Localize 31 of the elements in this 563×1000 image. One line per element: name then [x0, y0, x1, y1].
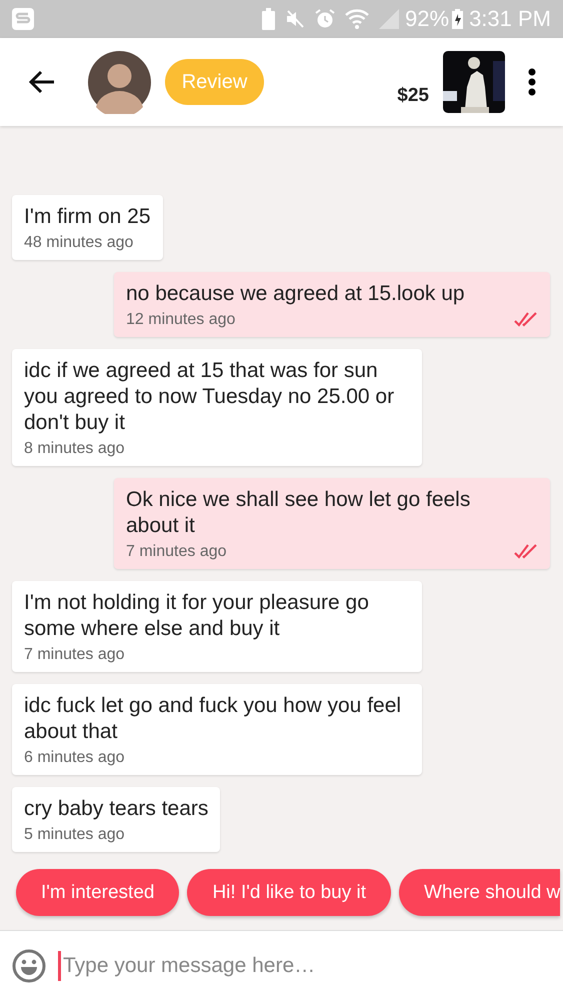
message-text: I'm not holding it for your pleasure go some where else and buy it	[24, 590, 370, 642]
price: $25	[397, 85, 429, 107]
message-time: 8 minutes ago	[24, 440, 126, 458]
avatar[interactable]	[88, 50, 151, 114]
message-text: idc if we agreed at 15 that was for sun you agreed to now Tuesday no 25.00 or don't buy it	[24, 358, 396, 436]
wifi-icon	[345, 9, 370, 29]
clock: 3:31 PM	[469, 6, 551, 32]
message-input[interactable]: Type your message here…	[58, 950, 563, 980]
message-time: 48 minutes ago	[24, 234, 134, 252]
message-text: idc fuck let go and fuck you how you feel about that	[24, 693, 402, 745]
message-time: 6 minutes ago	[24, 749, 126, 767]
battery-percentage: 92%	[405, 6, 450, 32]
emoji-icon[interactable]	[12, 948, 46, 982]
mute-icon	[285, 9, 306, 29]
message-time: 12 minutes ago	[126, 311, 236, 329]
message-text: cry baby tears tears	[24, 796, 208, 822]
message-time: 7 minutes ago	[126, 543, 228, 561]
battery-charging-icon	[452, 9, 464, 29]
message-time: 5 minutes ago	[24, 826, 126, 844]
more-options-icon[interactable]	[528, 68, 536, 96]
signal-icon	[379, 9, 400, 29]
quick-reply-chip[interactable]: Hi! I'd like to buy it	[187, 869, 392, 916]
message-text: I'm firm on 25	[24, 204, 151, 230]
app-icon	[11, 7, 35, 31]
message-text: Ok nice we shall see how let go feels about it	[126, 487, 472, 539]
alarm-icon	[315, 9, 336, 29]
quick-reply-chip[interactable]: I'm interested	[16, 869, 180, 916]
battery-saver-icon	[262, 8, 276, 30]
message-text: no because we agreed at 15.look up	[126, 281, 466, 307]
message-time: 7 minutes ago	[24, 646, 126, 664]
back-arrow-icon[interactable]	[28, 70, 56, 94]
